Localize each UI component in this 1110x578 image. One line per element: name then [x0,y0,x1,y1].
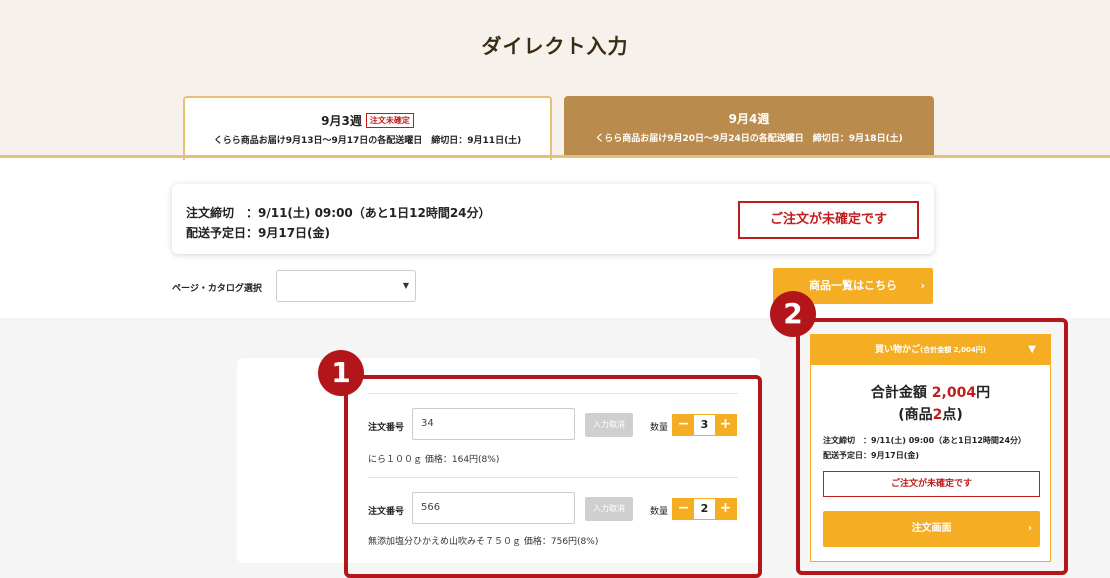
highlight-box-order [344,375,762,578]
order-deadline: 注文締切 ：9/11(土) 09:00（あと1日12時間24分） [186,206,491,220]
tab-subtitle: くらら商品お届け9月20日〜9月24日の各配送曜日 締切日：9月18日(土) [595,134,903,144]
chevron-right-icon: › [920,279,925,292]
page-header: ダイレクト入力 [0,0,1110,158]
unconfirmed-warning: ご注文が未確定です [738,201,919,239]
callout-marker-1: 1 [318,350,364,396]
callout-marker-2: 2 [770,291,816,337]
status-badge: 注文未確定 [365,113,414,128]
tab-week-label: 9月4週 [728,112,770,126]
tab-divider [0,155,1110,158]
tab-week-4[interactable]: 9月4週 くらら商品お届け9月20日〜9月24日の各配送曜日 締切日：9月18日… [564,96,934,158]
tab-subtitle: くらら商品お届け9月13日〜9月17日の各配送曜日 締切日：9月11日(土) [213,136,522,146]
catalog-select-label: ページ・カタログ選択 [172,284,262,294]
highlight-box-cart [796,318,1068,575]
product-list-button-label: 商品一覧はこちら [809,279,897,292]
delivery-date: 配送予定日：9月17日(金) [186,226,331,240]
tab-week-label: 9月3週 [321,114,362,128]
order-status-card: 注文締切 ：9/11(土) 09:00（あと1日12時間24分） 配送予定日：9… [172,184,934,254]
tab-week-3[interactable]: 9月3週 注文未確定 くらら商品お届け9月13日〜9月17日の各配送曜日 締切日：… [183,96,552,160]
catalog-select[interactable]: ▼ [276,270,416,302]
caret-down-icon: ▼ [402,281,409,290]
page-title: ダイレクト入力 [481,34,629,58]
